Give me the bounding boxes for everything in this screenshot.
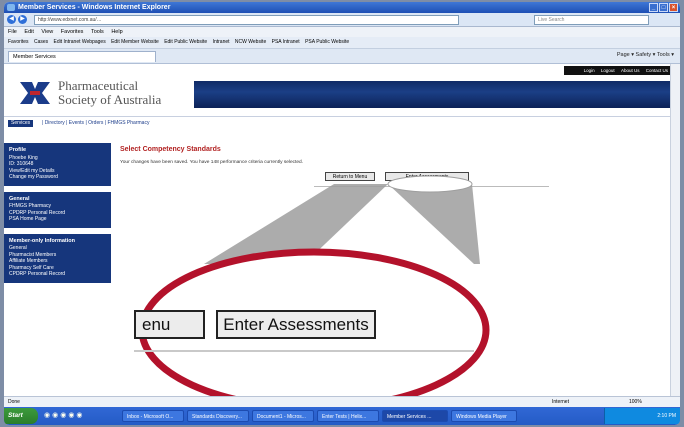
zoom-level[interactable]: 100% [629,397,642,407]
taskbar-item[interactable]: Enter Tests | Helix... [317,410,379,422]
system-tray: 2:10 PM [604,408,680,424]
browser-window: Member Services - Windows Internet Explo… [4,2,680,425]
taskbar-item[interactable]: Inbox - Microsoft O... [122,410,184,422]
zoomed-return-button[interactable]: enu [134,310,205,339]
zoomed-divider [134,350,474,352]
status-text: Done [8,399,20,405]
status-bar: Done Internet 100% [4,396,680,407]
zone-text: Internet [552,399,569,405]
start-button[interactable]: Start [4,408,38,424]
quick-launch-icons[interactable]: ◉◉◉◉◉ [44,411,85,419]
taskbar-item[interactable]: Standards Discovery... [187,410,249,422]
page-scrollbar[interactable] [670,64,680,396]
clock: 2:10 PM [657,413,676,419]
magnified-view: enu Enter Assessments [134,264,474,399]
taskbar-item[interactable]: Document1 - Micros... [252,410,314,422]
taskbar-item-active[interactable]: Member Services ... [382,410,448,422]
taskbar-item[interactable]: Windows Media Player [451,410,517,422]
taskbar: Start ◉◉◉◉◉ Inbox - Microsoft O... Stand… [4,407,680,425]
zoomed-enter-assessments-button[interactable]: Enter Assessments [216,310,376,339]
